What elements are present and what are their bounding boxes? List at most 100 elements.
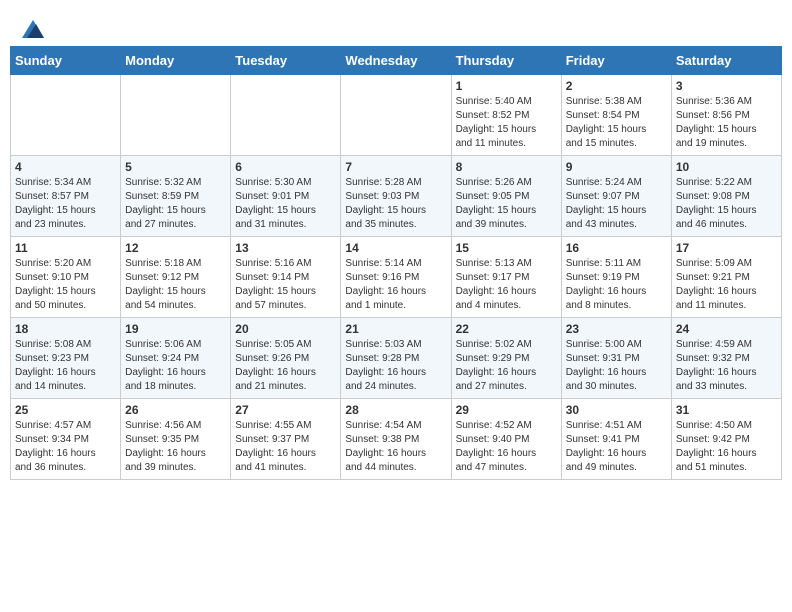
weekday-header: Friday: [561, 47, 671, 75]
calendar-cell: [341, 75, 451, 156]
calendar-cell: 31 Sunrise: 4:50 AM Sunset: 9:42 PM Dayli…: [671, 399, 781, 480]
day-info: Sunrise: 5:00 AM Sunset: 9:31 PM Dayligh…: [566, 338, 667, 394]
day-info: Sunrise: 5:14 AM Sunset: 9:16 PM Dayligh…: [345, 257, 446, 313]
calendar-cell: [121, 75, 231, 156]
calendar-cell: 12 Sunrise: 5:18 AM Sunset: 9:12 PM Dayli…: [121, 237, 231, 318]
day-info: Sunrise: 5:40 AM Sunset: 8:52 PM Dayligh…: [456, 95, 557, 151]
day-number: 1: [456, 79, 557, 93]
page-header: [10, 10, 782, 41]
day-info: Sunrise: 5:32 AM Sunset: 8:59 PM Dayligh…: [125, 176, 226, 232]
day-number: 6: [235, 160, 336, 174]
day-number: 11: [15, 241, 116, 255]
day-number: 28: [345, 403, 446, 417]
calendar-cell: 9 Sunrise: 5:24 AM Sunset: 9:07 PM Daylig…: [561, 156, 671, 237]
calendar-week-row: 4Sunrise: 5:34 AM Sunset: 8:57 PM Daylig…: [11, 156, 782, 237]
day-number: 29: [456, 403, 557, 417]
day-number: 10: [676, 160, 777, 174]
day-number: 8: [456, 160, 557, 174]
day-number: 5: [125, 160, 226, 174]
day-number: 19: [125, 322, 226, 336]
day-info: Sunrise: 4:59 AM Sunset: 9:32 PM Dayligh…: [676, 338, 777, 394]
day-info: Sunrise: 5:16 AM Sunset: 9:14 PM Dayligh…: [235, 257, 336, 313]
calendar-cell: 16 Sunrise: 5:11 AM Sunset: 9:19 PM Dayli…: [561, 237, 671, 318]
day-info: Sunrise: 4:56 AM Sunset: 9:35 PM Dayligh…: [125, 419, 226, 475]
day-info: Sunrise: 4:52 AM Sunset: 9:40 PM Dayligh…: [456, 419, 557, 475]
calendar-week-row: 1 Sunrise: 5:40 AM Sunset: 8:52 PM Daylig…: [11, 75, 782, 156]
day-info: Sunrise: 5:11 AM Sunset: 9:19 PM Dayligh…: [566, 257, 667, 313]
day-info: Sunrise: 5:20 AM Sunset: 9:10 PM Dayligh…: [15, 257, 116, 313]
calendar-cell: 20 Sunrise: 5:05 AM Sunset: 9:26 PM Dayli…: [231, 318, 341, 399]
calendar-cell: 7Sunrise: 5:28 AM Sunset: 9:03 PM Daylig…: [341, 156, 451, 237]
calendar-cell: 29 Sunrise: 4:52 AM Sunset: 9:40 PM Dayli…: [451, 399, 561, 480]
calendar-cell: 25 Sunrise: 4:57 AM Sunset: 9:34 PM Dayli…: [11, 399, 121, 480]
weekday-header: Sunday: [11, 47, 121, 75]
day-info: Sunrise: 4:51 AM Sunset: 9:41 PM Dayligh…: [566, 419, 667, 475]
day-info: Sunrise: 4:54 AM Sunset: 9:38 PM Dayligh…: [345, 419, 446, 475]
calendar-cell: 5 Sunrise: 5:32 AM Sunset: 8:59 PM Daylig…: [121, 156, 231, 237]
day-number: 3: [676, 79, 777, 93]
day-info: Sunrise: 5:02 AM Sunset: 9:29 PM Dayligh…: [456, 338, 557, 394]
calendar-cell: 14 Sunrise: 5:14 AM Sunset: 9:16 PM Dayli…: [341, 237, 451, 318]
calendar-week-row: 18 Sunrise: 5:08 AM Sunset: 9:23 PM Dayli…: [11, 318, 782, 399]
day-number: 9: [566, 160, 667, 174]
calendar-cell: 13 Sunrise: 5:16 AM Sunset: 9:14 PM Dayli…: [231, 237, 341, 318]
logo: [20, 20, 44, 36]
calendar-cell: 24Sunrise: 4:59 AM Sunset: 9:32 PM Dayli…: [671, 318, 781, 399]
day-number: 16: [566, 241, 667, 255]
day-info: Sunrise: 4:57 AM Sunset: 9:34 PM Dayligh…: [15, 419, 116, 475]
logo-icon: [22, 20, 44, 38]
day-number: 14: [345, 241, 446, 255]
calendar-cell: 2 Sunrise: 5:38 AM Sunset: 8:54 PM Daylig…: [561, 75, 671, 156]
calendar-table: SundayMondayTuesdayWednesdayThursdayFrid…: [10, 46, 782, 480]
day-number: 23: [566, 322, 667, 336]
weekday-header: Tuesday: [231, 47, 341, 75]
calendar-cell: 11 Sunrise: 5:20 AM Sunset: 9:10 PM Dayli…: [11, 237, 121, 318]
calendar-cell: 1 Sunrise: 5:40 AM Sunset: 8:52 PM Daylig…: [451, 75, 561, 156]
weekday-header: Monday: [121, 47, 231, 75]
day-info: Sunrise: 5:13 AM Sunset: 9:17 PM Dayligh…: [456, 257, 557, 313]
calendar-cell: 6 Sunrise: 5:30 AM Sunset: 9:01 PM Daylig…: [231, 156, 341, 237]
day-number: 27: [235, 403, 336, 417]
day-info: Sunrise: 5:08 AM Sunset: 9:23 PM Dayligh…: [15, 338, 116, 394]
day-info: Sunrise: 5:26 AM Sunset: 9:05 PM Dayligh…: [456, 176, 557, 232]
calendar-cell: 26 Sunrise: 4:56 AM Sunset: 9:35 PM Dayli…: [121, 399, 231, 480]
calendar-cell: 10 Sunrise: 5:22 AM Sunset: 9:08 PM Dayli…: [671, 156, 781, 237]
day-info: Sunrise: 5:36 AM Sunset: 8:56 PM Dayligh…: [676, 95, 777, 151]
day-number: 22: [456, 322, 557, 336]
day-info: Sunrise: 4:55 AM Sunset: 9:37 PM Dayligh…: [235, 419, 336, 475]
calendar-week-row: 25 Sunrise: 4:57 AM Sunset: 9:34 PM Dayli…: [11, 399, 782, 480]
day-info: Sunrise: 4:50 AM Sunset: 9:42 PM Dayligh…: [676, 419, 777, 475]
day-number: 20: [235, 322, 336, 336]
day-number: 26: [125, 403, 226, 417]
day-info: Sunrise: 5:06 AM Sunset: 9:24 PM Dayligh…: [125, 338, 226, 394]
day-info: Sunrise: 5:24 AM Sunset: 9:07 PM Dayligh…: [566, 176, 667, 232]
day-info: Sunrise: 5:18 AM Sunset: 9:12 PM Dayligh…: [125, 257, 226, 313]
day-info: Sunrise: 5:30 AM Sunset: 9:01 PM Dayligh…: [235, 176, 336, 232]
day-number: 30: [566, 403, 667, 417]
day-info: Sunrise: 5:03 AM Sunset: 9:28 PM Dayligh…: [345, 338, 446, 394]
weekday-header: Saturday: [671, 47, 781, 75]
day-number: 13: [235, 241, 336, 255]
weekday-header: Thursday: [451, 47, 561, 75]
day-number: 12: [125, 241, 226, 255]
calendar-cell: 23 Sunrise: 5:00 AM Sunset: 9:31 PM Dayli…: [561, 318, 671, 399]
calendar-cell: 19 Sunrise: 5:06 AM Sunset: 9:24 PM Dayli…: [121, 318, 231, 399]
day-info: Sunrise: 5:05 AM Sunset: 9:26 PM Dayligh…: [235, 338, 336, 394]
calendar-cell: [231, 75, 341, 156]
day-info: Sunrise: 5:09 AM Sunset: 9:21 PM Dayligh…: [676, 257, 777, 313]
day-number: 2: [566, 79, 667, 93]
weekday-header: Wednesday: [341, 47, 451, 75]
day-info: Sunrise: 5:22 AM Sunset: 9:08 PM Dayligh…: [676, 176, 777, 232]
calendar-cell: 21Sunrise: 5:03 AM Sunset: 9:28 PM Dayli…: [341, 318, 451, 399]
calendar-week-row: 11 Sunrise: 5:20 AM Sunset: 9:10 PM Dayli…: [11, 237, 782, 318]
day-info: Sunrise: 5:28 AM Sunset: 9:03 PM Dayligh…: [345, 176, 446, 232]
calendar-cell: [11, 75, 121, 156]
day-number: 18: [15, 322, 116, 336]
day-number: 25: [15, 403, 116, 417]
day-info: Sunrise: 5:38 AM Sunset: 8:54 PM Dayligh…: [566, 95, 667, 151]
calendar-cell: 30 Sunrise: 4:51 AM Sunset: 9:41 PM Dayli…: [561, 399, 671, 480]
calendar-cell: 18 Sunrise: 5:08 AM Sunset: 9:23 PM Dayli…: [11, 318, 121, 399]
day-number: 31: [676, 403, 777, 417]
calendar-cell: 17Sunrise: 5:09 AM Sunset: 9:21 PM Dayli…: [671, 237, 781, 318]
calendar-cell: 15Sunrise: 5:13 AM Sunset: 9:17 PM Dayli…: [451, 237, 561, 318]
